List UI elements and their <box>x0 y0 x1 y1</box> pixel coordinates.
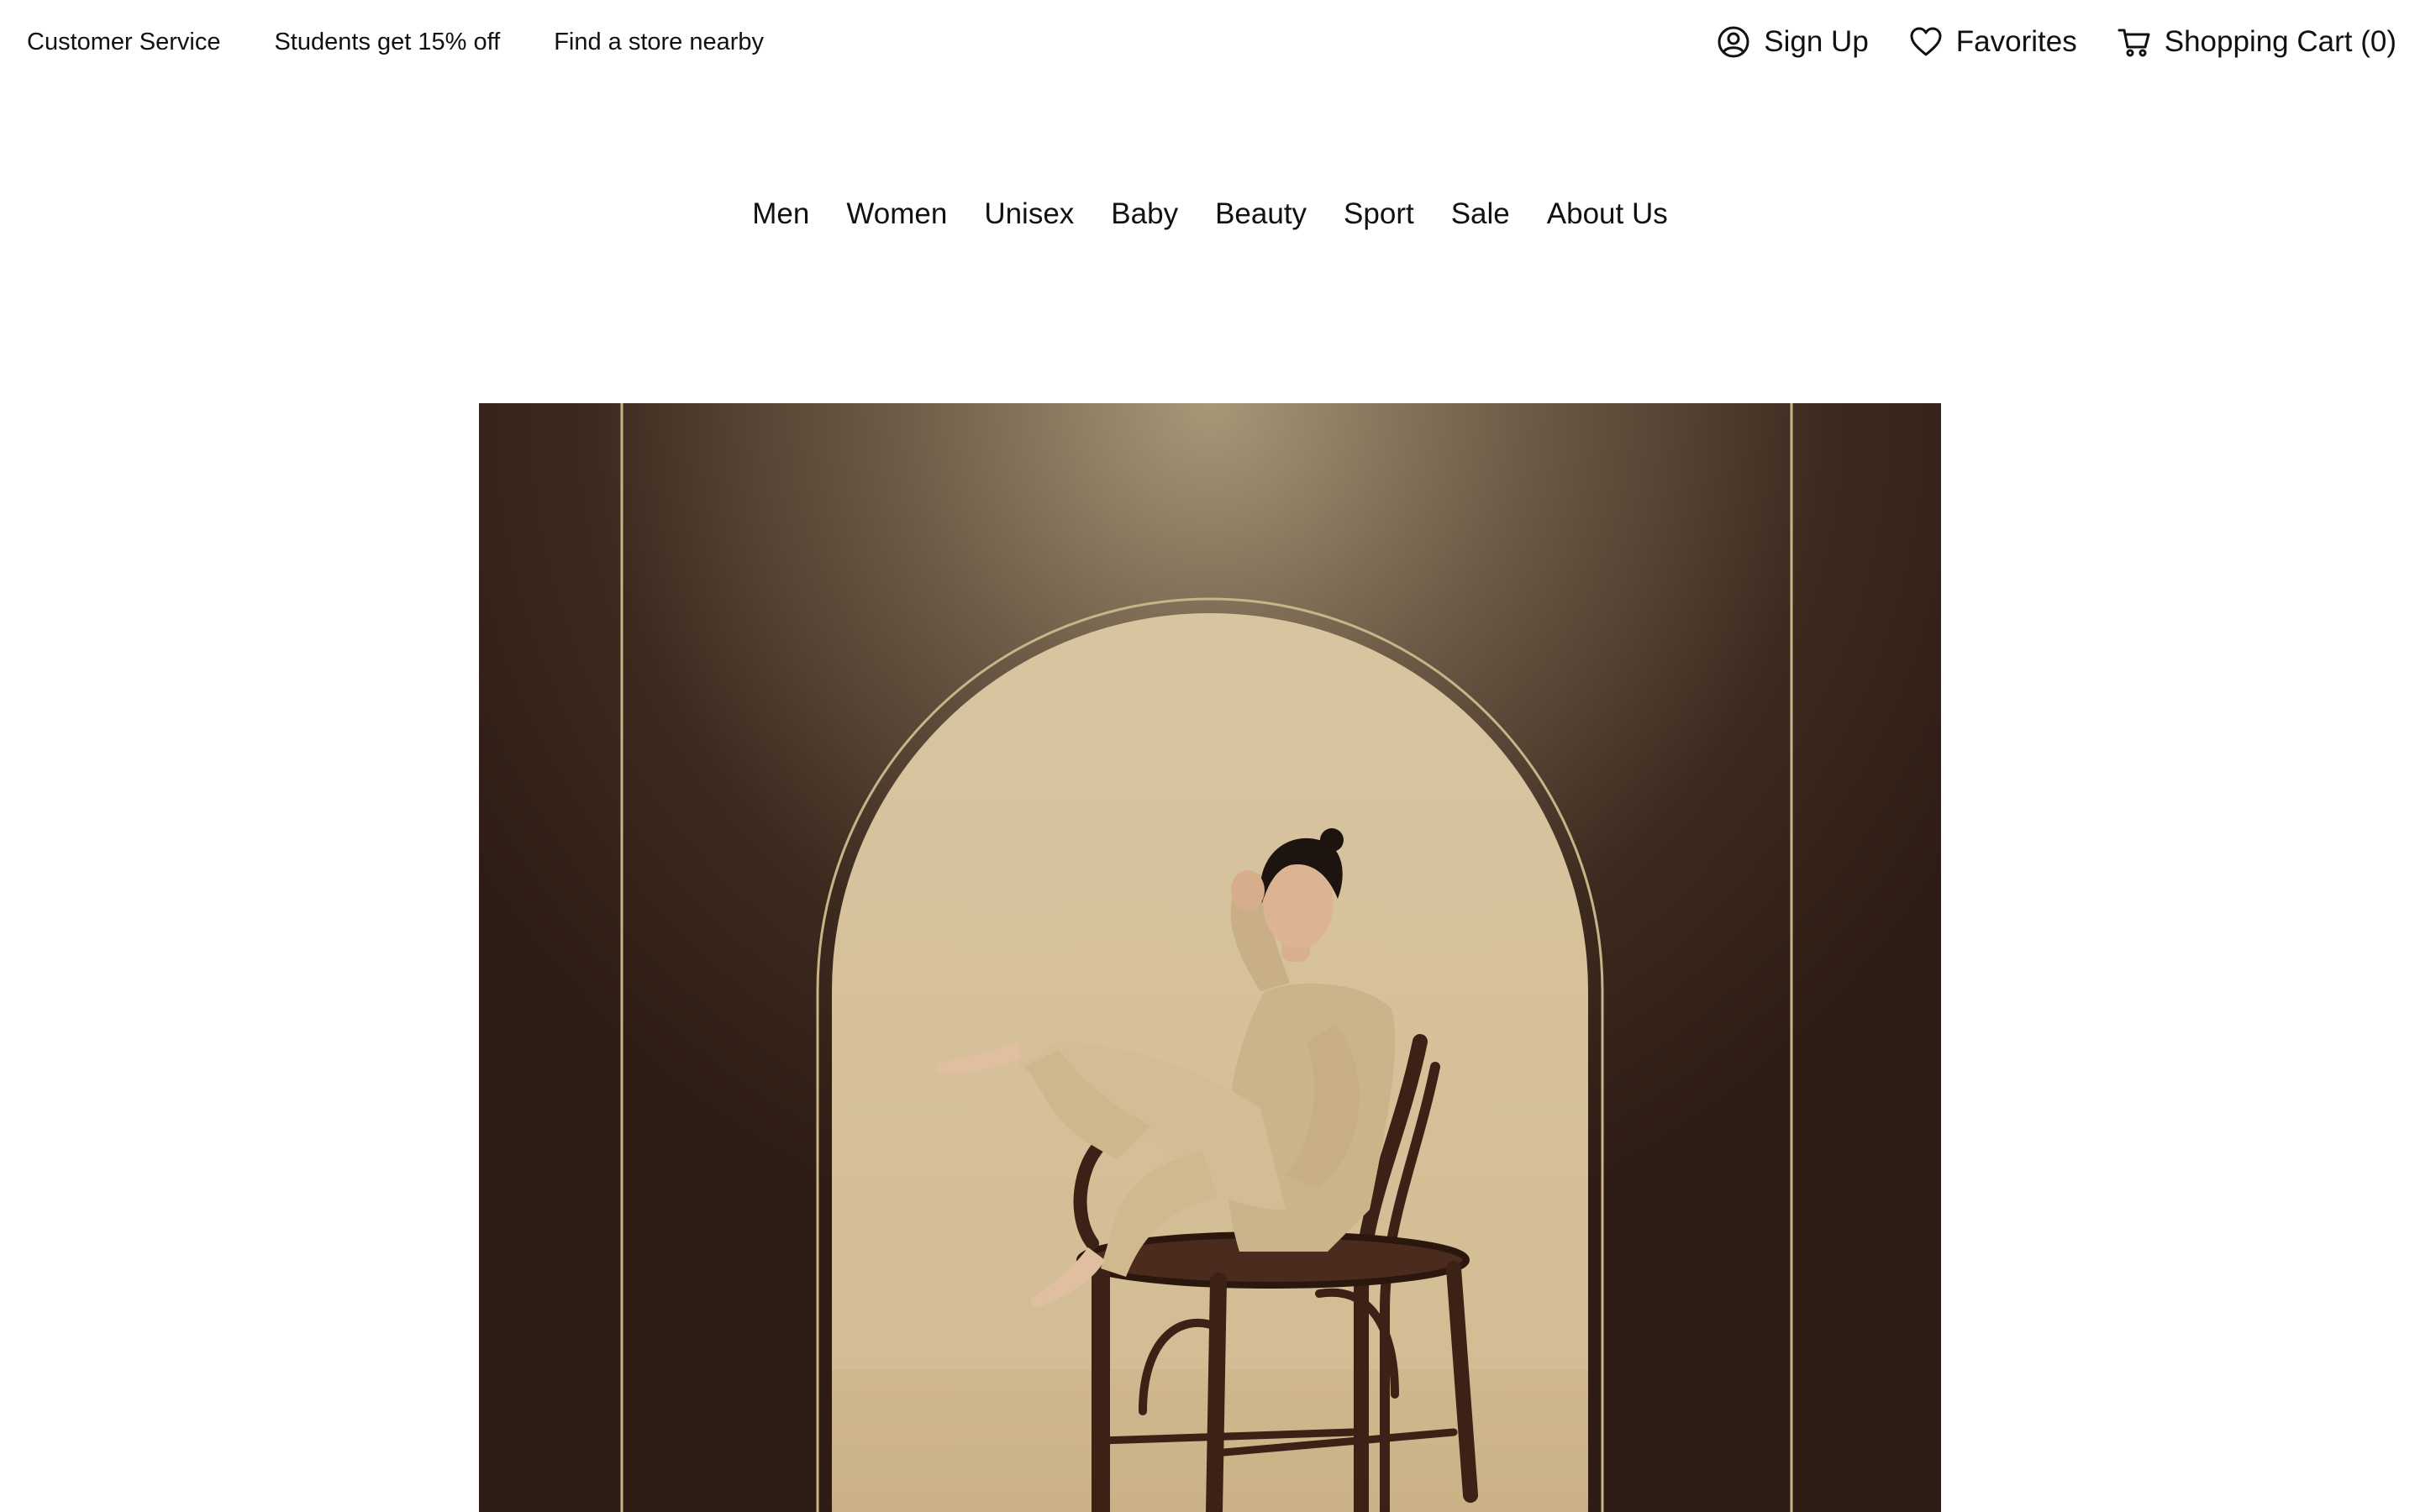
nav-item-sport[interactable]: Sport <box>1344 193 1414 235</box>
nav-item-men[interactable]: Men <box>752 193 809 235</box>
nav-item-baby[interactable]: Baby <box>1111 193 1178 235</box>
account-actions: Sign Up Favorites Shopping Cart (0) <box>1717 24 2396 60</box>
sign-up-button[interactable]: Sign Up <box>1717 24 1869 60</box>
main-nav: Men Women Unisex Baby Beauty Sport Sale … <box>0 193 2420 235</box>
student-discount-link[interactable]: Students get 15% off <box>274 25 500 59</box>
heart-icon <box>1909 25 1943 59</box>
nav-item-about-us[interactable]: About Us <box>1547 193 1668 235</box>
shopping-cart-button[interactable]: Shopping Cart (0) <box>2118 24 2396 60</box>
customer-service-link[interactable]: Customer Service <box>27 25 220 59</box>
store-locator-link[interactable]: Find a store nearby <box>554 25 764 59</box>
hero-image[interactable] <box>479 403 1941 1512</box>
hero-illustration <box>479 403 1941 1512</box>
utility-bar: Customer Service Students get 15% off Fi… <box>0 0 2420 84</box>
user-circle-icon <box>1717 25 1750 59</box>
nav-item-unisex[interactable]: Unisex <box>984 193 1074 235</box>
favorites-label: Favorites <box>1955 25 2077 58</box>
nav-item-beauty[interactable]: Beauty <box>1215 193 1307 235</box>
nav-item-women[interactable]: Women <box>846 193 947 235</box>
utility-links: Customer Service Students get 15% off Fi… <box>27 25 764 59</box>
favorites-button[interactable]: Favorites <box>1909 24 2077 60</box>
shopping-cart-icon <box>2118 25 2151 59</box>
nav-item-sale[interactable]: Sale <box>1451 193 1510 235</box>
sign-up-label: Sign Up <box>1764 25 1869 58</box>
shopping-cart-label: Shopping Cart (0) <box>2164 25 2396 58</box>
